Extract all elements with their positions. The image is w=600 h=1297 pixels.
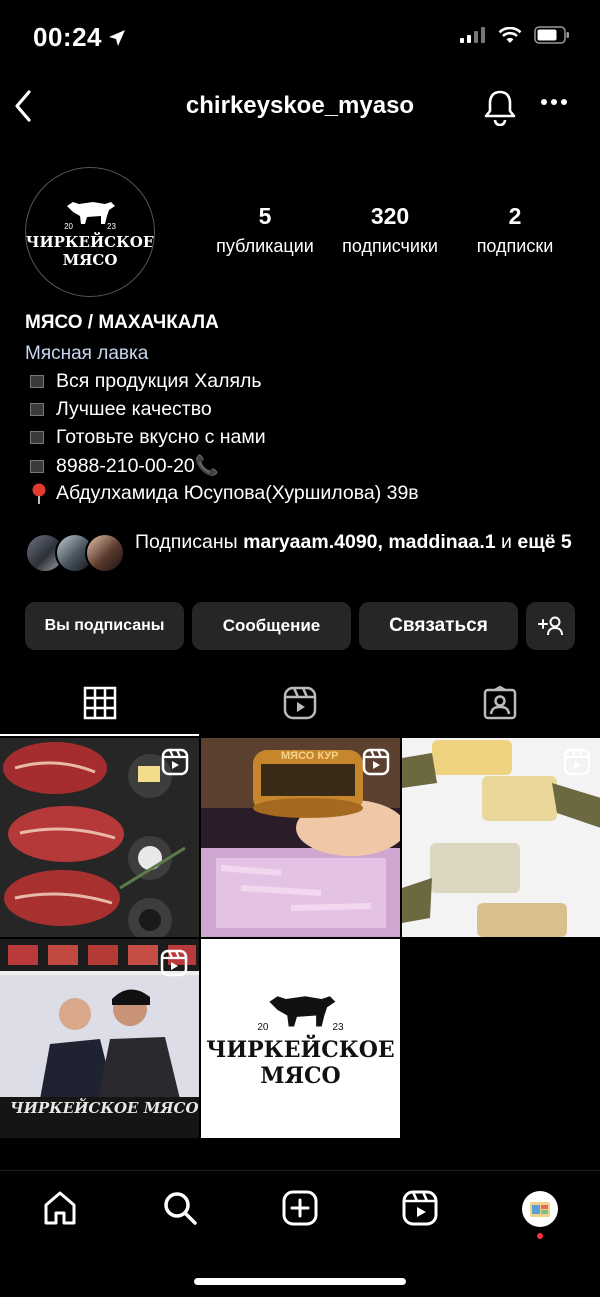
bio-address-text: Абдулхамида Юсупова(Хуршилова) 39в (56, 482, 419, 504)
avatar-logo-line2: МЯСО (62, 250, 118, 269)
bio-line-text: Вся продукция Халяль (56, 370, 262, 392)
can-label: МЯСО КУР (281, 750, 339, 762)
logo-line1: ЧИРКЕЙСКОЕ (206, 1037, 395, 1063)
status-time: 00:24 (33, 22, 102, 52)
battery-icon (534, 26, 569, 44)
followed-by-prefix: Подписаны (135, 531, 244, 553)
status-icons (460, 26, 570, 44)
post-thumbnail[interactable]: 20 23 ЧИРКЕЙСКОЕ МЯСО (201, 939, 400, 1138)
profile-thumbnail-icon (530, 1202, 550, 1217)
avatar-year-right: 23 (107, 221, 116, 231)
profile-avatar[interactable]: 20 23 ЧИРКЕЙСКОЕ МЯСО (25, 167, 155, 297)
profile-name: МЯСО / МАХАЧКАЛА (25, 312, 219, 333)
reels-tab-icon[interactable] (283, 686, 317, 720)
search-icon[interactable] (162, 1190, 198, 1226)
notification-bell-icon[interactable] (482, 88, 518, 126)
stat-followers[interactable]: 320 подписчики (325, 203, 455, 257)
black-square-icon (30, 375, 44, 388)
post-thumbnail[interactable]: МЯСО КУР (201, 738, 400, 937)
follower-avatar[interactable] (85, 533, 125, 573)
followed-by-more: ещё 5 (517, 531, 572, 553)
shop-sign-text: ЧИРКЕЙСКОЕ МЯСО (10, 1099, 199, 1117)
tagged-icon[interactable] (483, 686, 517, 720)
active-tab-indicator (0, 734, 199, 736)
bio-phone-line: 8988-210-00-20📞 (30, 454, 219, 478)
create-icon[interactable] (282, 1190, 318, 1226)
bio-line: Готовьте вкусно с нами (30, 426, 266, 449)
stat-followers-value: 320 (370, 203, 410, 229)
reels-icon[interactable] (402, 1190, 438, 1226)
message-button[interactable]: Сообщение (192, 602, 351, 650)
bio-line-text: Лучшее качество (56, 398, 212, 420)
avatar-logo-line1: ЧИРКЕЙСКОЕ (25, 232, 155, 251)
black-square-icon (30, 431, 44, 444)
reel-badge-icon (161, 748, 189, 776)
stat-following[interactable]: 2 подписки (455, 203, 575, 257)
bio-line-text: Готовьте вкусно с нами (56, 426, 266, 448)
stat-following-label: подписки (476, 236, 554, 256)
following-button[interactable]: Вы подписаны (25, 602, 184, 650)
bio-phone-text: 8988-210-00-20📞 (56, 455, 220, 477)
post-thumbnail[interactable]: ЧИРКЕЙСКОЕ МЯСО (0, 939, 199, 1138)
contact-button[interactable]: Связаться (359, 602, 518, 650)
reel-badge-icon (563, 748, 591, 776)
reel-badge-icon (160, 949, 188, 977)
black-square-icon (30, 403, 44, 416)
logo-year-right: 23 (332, 1022, 344, 1033)
reel-badge-icon (362, 748, 390, 776)
stat-posts-value: 5 (258, 203, 272, 229)
bio-line: Лучшее качество (30, 398, 212, 421)
post-thumbnail[interactable] (402, 738, 600, 937)
notification-dot (537, 1233, 543, 1239)
followed-by-text[interactable]: Подписаны maryaam.4090, maddinaa.1 и ещё… (135, 528, 575, 556)
cellular-signal-icon (460, 27, 485, 43)
add-person-icon (537, 616, 563, 636)
stat-followers-label: подписчики (342, 236, 438, 256)
stat-posts-label: публикации (216, 236, 314, 256)
wifi-icon (498, 26, 522, 43)
location-arrow-icon (109, 30, 125, 46)
profile-category: Мясная лавка (25, 343, 149, 364)
more-options-icon[interactable] (540, 98, 568, 106)
nav-divider (0, 1170, 600, 1171)
bio-address-line: Абдулхамида Юсупова(Хуршилова) 39в (30, 482, 419, 505)
home-icon[interactable] (42, 1190, 78, 1226)
logo-year-left: 20 (257, 1022, 269, 1033)
post-thumbnail[interactable] (0, 738, 199, 937)
followed-by-joiner: и (495, 531, 518, 553)
avatar-year-left: 20 (64, 221, 73, 231)
profile-avatar-nav[interactable] (522, 1191, 558, 1227)
round-pushpin-icon (30, 483, 48, 505)
black-square-icon (30, 459, 44, 473)
profile-stats: 5 публикации 320 подписчики 2 подписки (205, 203, 575, 257)
bio-line: Вся продукция Халяль (30, 370, 262, 393)
stat-posts[interactable]: 5 публикации (205, 203, 325, 257)
suggested-users-button[interactable] (526, 602, 575, 650)
followed-by-names: maryaam.4090, maddinaa.1 (243, 531, 496, 553)
stat-following-value: 2 (508, 203, 522, 229)
home-indicator[interactable] (194, 1278, 406, 1285)
logo-line2: МЯСО (260, 1063, 341, 1089)
grid-icon[interactable] (83, 686, 117, 720)
